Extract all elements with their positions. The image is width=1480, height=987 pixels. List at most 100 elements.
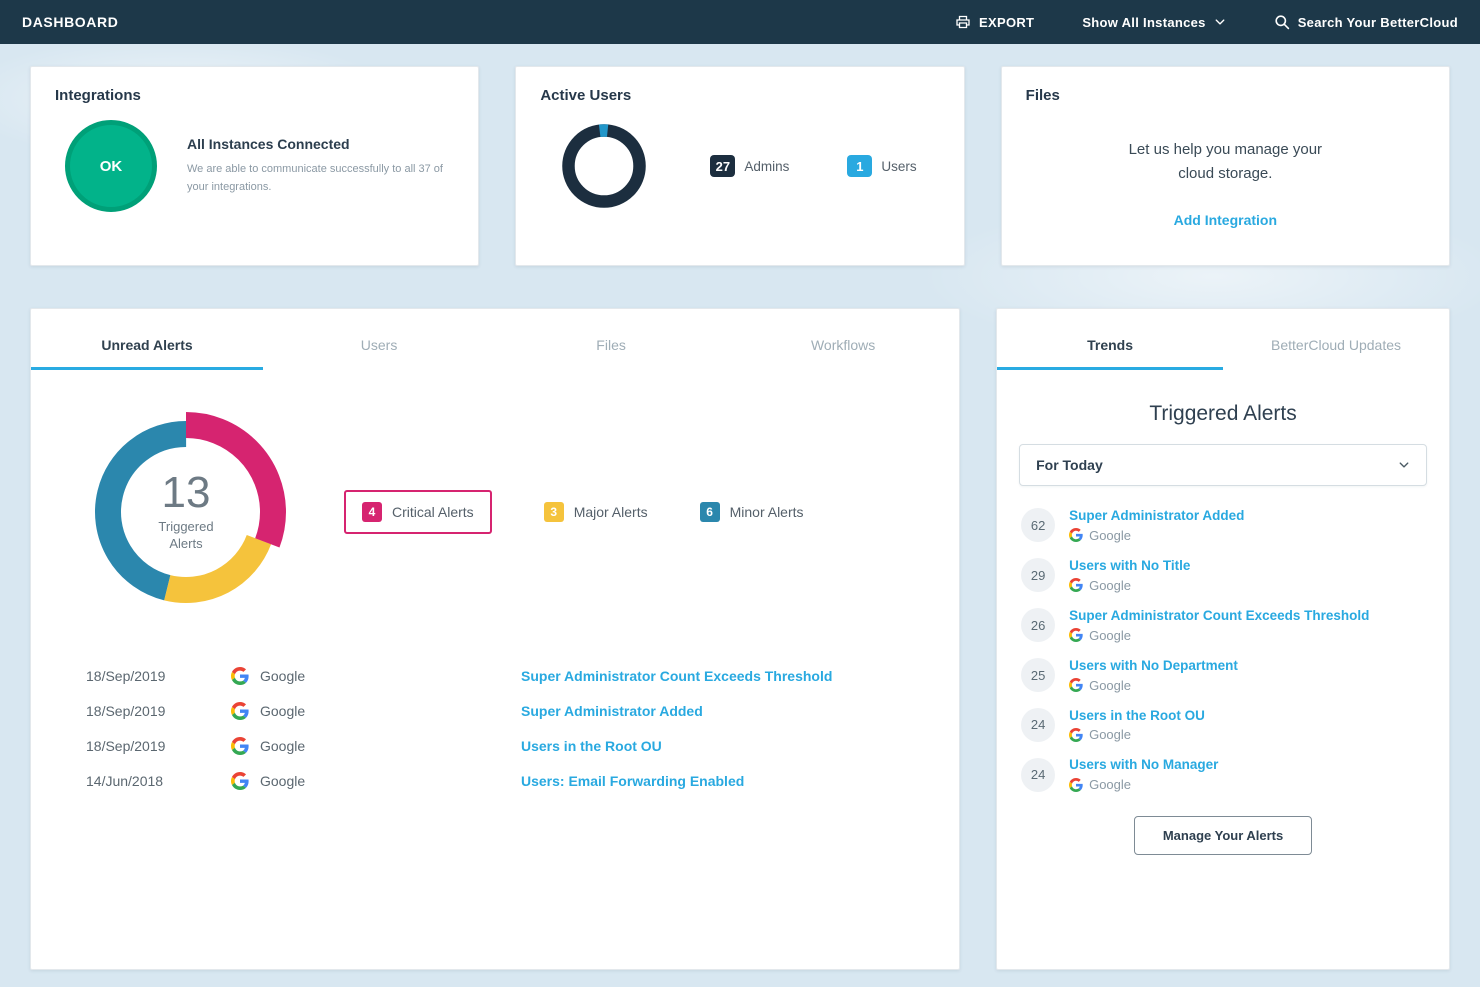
major-label: Major Alerts (574, 504, 648, 520)
alert-row: 18/Sep/2019 Google Super Administrator A… (86, 702, 959, 720)
trend-text: Super Administrator Added Google (1069, 508, 1244, 543)
topbar: DASHBOARD EXPORT Show All Instances Sear… (0, 0, 1480, 44)
files-card: Files Let us help you manage your cloud … (1001, 66, 1450, 266)
tab-users[interactable]: Users (263, 337, 495, 370)
legend-minor-alerts[interactable]: 6 Minor Alerts (700, 502, 804, 522)
critical-label: Critical Alerts (392, 504, 474, 520)
trends-tabs: Trends BetterCloud Updates (997, 337, 1449, 370)
alerts-donut-section: 13 Triggered Alerts 4 Critical Alerts 3 … (86, 412, 959, 612)
trend-source: Google (1069, 528, 1244, 543)
trends-filter-dropdown[interactable]: For Today (1019, 444, 1427, 486)
files-card-title: Files (1026, 87, 1425, 104)
trend-count: 25 (1021, 658, 1055, 692)
alert-title-link[interactable]: Users: Email Forwarding Enabled (521, 773, 959, 789)
trend-list: 62 Super Administrator Added Google 29 U… (997, 500, 1449, 792)
alert-row: 18/Sep/2019 Google Users in the Root OU (86, 737, 959, 755)
users-label: Users (881, 159, 916, 174)
tab-unread-alerts[interactable]: Unread Alerts (31, 337, 263, 370)
manage-your-alerts-button[interactable]: Manage Your Alerts (1134, 816, 1312, 855)
users-count-badge: 1 (847, 155, 872, 177)
dashboard-content: Integrations OK All Instances Connected … (0, 44, 1480, 970)
detail-cards-row: Unread Alerts Users Files Workflows (30, 308, 1450, 970)
active-users-content: 27 Admins 1 Users (540, 118, 939, 214)
trend-count: 24 (1021, 758, 1055, 792)
printer-icon (955, 14, 971, 30)
alert-date: 18/Sep/2019 (86, 703, 231, 719)
admins-count-badge: 27 (710, 155, 735, 177)
donut-label-line1: Triggered (158, 519, 213, 536)
trend-source: Google (1069, 628, 1369, 643)
trend-count: 24 (1021, 708, 1055, 742)
search-icon (1274, 14, 1290, 30)
trend-item: 29 Users with No Title Google (1021, 558, 1425, 593)
major-count-badge: 3 (544, 502, 564, 522)
chevron-down-icon (1214, 16, 1226, 28)
integrations-status: OK All Instances Connected We are able t… (55, 120, 454, 212)
google-icon (1069, 678, 1083, 692)
alerts-card: Unread Alerts Users Files Workflows (30, 308, 960, 970)
trend-title-link[interactable]: Super Administrator Count Exceeds Thresh… (1069, 608, 1369, 625)
users-stat: 1 Users (847, 155, 916, 177)
alert-source-label: Google (260, 738, 305, 754)
page-title: DASHBOARD (22, 14, 118, 30)
minor-label: Minor Alerts (730, 504, 804, 520)
trend-source-label: Google (1089, 628, 1131, 643)
admins-stat: 27 Admins (710, 155, 789, 177)
active-users-donut-svg (556, 118, 652, 214)
add-integration-link[interactable]: Add Integration (1026, 212, 1425, 228)
trend-text: Users with No Title Google (1069, 558, 1190, 593)
trend-source-label: Google (1089, 528, 1131, 543)
google-icon (1069, 628, 1083, 642)
integrations-card: Integrations OK All Instances Connected … (30, 66, 479, 266)
files-message-line1: Let us help you manage your (1026, 138, 1425, 162)
instances-dropdown[interactable]: Show All Instances (1082, 15, 1225, 30)
global-search-label: Search Your BetterCloud (1298, 15, 1458, 30)
minor-count-badge: 6 (700, 502, 720, 522)
alert-date: 14/Jun/2018 (86, 773, 231, 789)
trend-title-link[interactable]: Users with No Title (1069, 558, 1190, 575)
active-users-card-title: Active Users (540, 87, 939, 104)
trend-text: Users in the Root OU Google (1069, 708, 1205, 743)
google-icon (1069, 778, 1083, 792)
alert-date: 18/Sep/2019 (86, 668, 231, 684)
legend-major-alerts[interactable]: 3 Major Alerts (544, 502, 648, 522)
admins-label: Admins (744, 159, 789, 174)
alert-title-link[interactable]: Users in the Root OU (521, 738, 959, 754)
export-button[interactable]: EXPORT (955, 14, 1034, 30)
alert-title-link[interactable]: Super Administrator Count Exceeds Thresh… (521, 668, 959, 684)
critical-count-badge: 4 (362, 502, 382, 522)
trend-title-link[interactable]: Users with No Manager (1069, 757, 1218, 774)
trend-source-label: Google (1089, 777, 1131, 792)
trend-title-link[interactable]: Super Administrator Added (1069, 508, 1244, 525)
integrations-description: We are able to communicate successfully … (187, 161, 454, 195)
global-search-button[interactable]: Search Your BetterCloud (1274, 14, 1458, 30)
trend-item: 24 Users with No Manager Google (1021, 757, 1425, 792)
alert-source-label: Google (260, 703, 305, 719)
trend-source-label: Google (1089, 678, 1131, 693)
alert-source: Google (231, 772, 521, 790)
alert-source: Google (231, 702, 521, 720)
trend-title-link[interactable]: Users in the Root OU (1069, 708, 1205, 725)
google-icon (1069, 528, 1083, 542)
legend-critical-alerts[interactable]: 4 Critical Alerts (344, 490, 492, 534)
trend-title-link[interactable]: Users with No Department (1069, 658, 1238, 675)
alert-source-label: Google (260, 773, 305, 789)
instances-dropdown-label: Show All Instances (1082, 15, 1205, 30)
trend-text: Users with No Manager Google (1069, 757, 1218, 792)
alert-title-link[interactable]: Super Administrator Added (521, 703, 959, 719)
trends-heading: Triggered Alerts (997, 402, 1449, 426)
trend-item: 25 Users with No Department Google (1021, 658, 1425, 693)
trend-source-label: Google (1089, 727, 1131, 742)
files-message: Let us help you manage your cloud storag… (1026, 138, 1425, 186)
tab-trends[interactable]: Trends (997, 337, 1223, 370)
tab-bettercloud-updates[interactable]: BetterCloud Updates (1223, 337, 1449, 370)
active-users-card: Active Users 27 Admins 1 Users (515, 66, 964, 266)
alert-row: 14/Jun/2018 Google Users: Email Forwardi… (86, 772, 959, 790)
export-label: EXPORT (979, 15, 1034, 30)
triggered-alerts-donut-chart: 13 Triggered Alerts (86, 412, 286, 612)
alerts-table: 18/Sep/2019 Google Super Administrator C… (86, 667, 959, 790)
trends-filter-value: For Today (1036, 457, 1103, 473)
google-icon (231, 702, 249, 720)
tab-files[interactable]: Files (495, 337, 727, 370)
tab-workflows[interactable]: Workflows (727, 337, 959, 370)
